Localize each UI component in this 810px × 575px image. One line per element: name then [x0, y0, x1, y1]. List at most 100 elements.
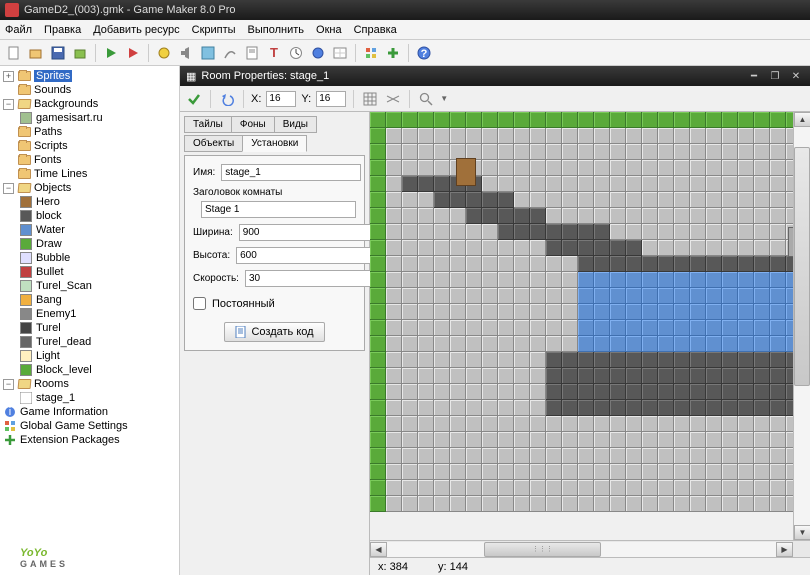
name-input[interactable] [221, 164, 361, 181]
main-toolbar: T ? [0, 40, 810, 66]
menu-edit[interactable]: Правка [44, 24, 81, 36]
tree-fonts[interactable]: Fonts [34, 154, 62, 166]
new-icon[interactable] [5, 44, 23, 62]
tree-obj[interactable]: Turel [36, 322, 61, 334]
tree-obj[interactable]: Hero [36, 196, 60, 208]
grid-toggle-icon[interactable] [361, 90, 379, 108]
tree-timelines[interactable]: Time Lines [34, 168, 87, 180]
app-icon [5, 3, 19, 17]
resource-tree[interactable]: + Sprites Sounds − Backgrounds gamesisart.… [0, 66, 180, 575]
tree-objects[interactable]: Objects [34, 182, 71, 194]
add-icon[interactable] [384, 44, 402, 62]
tree-obj[interactable]: Bang [36, 294, 62, 306]
tree-room-item[interactable]: stage_1 [36, 392, 75, 404]
room-window-titlebar[interactable]: ▦ Room Properties: stage_1 ━ ❐ ✕ [180, 66, 810, 86]
tree-obj[interactable]: Turel_dead [36, 336, 91, 348]
confirm-icon[interactable] [185, 90, 203, 108]
persistent-checkbox[interactable] [193, 297, 206, 310]
zoom-icon[interactable] [417, 90, 435, 108]
minimize-icon[interactable]: ━ [746, 69, 762, 83]
tab-settings[interactable]: Установки [242, 135, 307, 152]
timeline-icon[interactable] [287, 44, 305, 62]
height-input[interactable] [236, 247, 376, 264]
undo-icon[interactable] [218, 90, 236, 108]
snap-x-input[interactable] [266, 91, 296, 107]
save-icon[interactable] [49, 44, 67, 62]
tree-obj[interactable]: Enemy1 [36, 308, 76, 320]
tree-obj[interactable]: Draw [36, 238, 62, 250]
tree-backgrounds[interactable]: Backgrounds [34, 98, 98, 110]
collapse-icon[interactable]: − [3, 183, 14, 194]
width-input[interactable] [239, 224, 379, 241]
create-code-button[interactable]: Создать код [224, 322, 324, 342]
vertical-scrollbar[interactable]: ▲ ▼ [793, 112, 810, 540]
script-icon[interactable] [243, 44, 261, 62]
collapse-icon[interactable]: − [3, 99, 14, 110]
help-icon[interactable]: ? [415, 44, 433, 62]
persistent-label: Постоянный [212, 298, 275, 310]
tree-sprites[interactable]: Sprites [34, 70, 72, 82]
tree-obj[interactable]: Water [36, 224, 65, 236]
tree-obj[interactable]: Light [36, 350, 60, 362]
menu-windows[interactable]: Окна [316, 24, 342, 36]
tab-tiles[interactable]: Тайлы [184, 116, 232, 133]
menu-help[interactable]: Справка [354, 24, 397, 36]
menu-scripts[interactable]: Скрипты [192, 24, 236, 36]
tree-sounds[interactable]: Sounds [34, 84, 71, 96]
menu-file[interactable]: Файл [5, 24, 32, 36]
run-icon[interactable] [102, 44, 120, 62]
tree-rooms[interactable]: Rooms [34, 378, 69, 390]
open-icon[interactable] [27, 44, 45, 62]
window-icon: ▦ [186, 70, 196, 83]
room-canvas-scroll[interactable] [370, 112, 793, 540]
sprite-icon[interactable] [155, 44, 173, 62]
tab-views[interactable]: Виды [274, 116, 317, 133]
tree-obj[interactable]: Block_level [36, 364, 92, 376]
object-icon[interactable] [309, 44, 327, 62]
snap-y-input[interactable] [316, 91, 346, 107]
room-grid[interactable] [370, 112, 793, 512]
speed-input[interactable] [245, 270, 385, 287]
font-icon[interactable]: T [265, 44, 283, 62]
tree-scripts[interactable]: Scripts [34, 140, 68, 152]
menu-run[interactable]: Выполнить [248, 24, 304, 36]
workspace: ▦ Room Properties: stage_1 ━ ❐ ✕ X: Y: ▼ [180, 66, 810, 575]
tree-global-settings[interactable]: Global Game Settings [20, 420, 128, 432]
expand-icon[interactable]: + [3, 71, 14, 82]
app-titlebar: GameD2_(003).gmk - Game Maker 8.0 Pro [0, 0, 810, 20]
export-icon[interactable] [71, 44, 89, 62]
maximize-icon[interactable]: ❐ [767, 69, 783, 83]
background-icon[interactable] [199, 44, 217, 62]
room-icon[interactable] [331, 44, 349, 62]
caption-input[interactable] [201, 201, 356, 218]
hero-sprite[interactable] [456, 158, 476, 186]
tree-obj[interactable]: Bubble [36, 252, 70, 264]
path-icon[interactable] [221, 44, 239, 62]
speed-label: Скорость: [193, 273, 239, 284]
tree-paths[interactable]: Paths [34, 126, 62, 138]
width-label: Ширина: [193, 227, 233, 238]
settings-icon[interactable] [362, 44, 380, 62]
sound-icon[interactable] [177, 44, 195, 62]
tree-obj[interactable]: block [36, 210, 62, 222]
tree-ext-packages[interactable]: Extension Packages [20, 434, 120, 446]
tab-objects[interactable]: Объекты [184, 135, 243, 152]
close-icon[interactable]: ✕ [788, 69, 804, 83]
tab-backgrounds[interactable]: Фоны [231, 116, 275, 133]
debug-icon[interactable] [124, 44, 142, 62]
properties-panel: Тайлы Фоны Виды Объекты Установки Имя: З… [180, 112, 370, 575]
collapse-icon[interactable]: − [3, 379, 14, 390]
room-toolbar: X: Y: ▼ [180, 86, 810, 112]
zoom-dropdown-icon[interactable]: ▼ [440, 94, 448, 103]
horizontal-scrollbar[interactable]: ◀ ⋮⋮⋮ ▶ [370, 540, 810, 557]
tree-game-info[interactable]: Game Information [20, 406, 108, 418]
tree-obj[interactable]: Turel_Scan [36, 280, 92, 292]
enemy-sprite[interactable] [788, 227, 793, 257]
room-editor: ▲ ▼ ◀ ⋮⋮⋮ ▶ x: 384 y: 144 [370, 112, 810, 575]
menu-add-resource[interactable]: Добавить ресурс [93, 24, 179, 36]
iso-grid-icon[interactable] [384, 90, 402, 108]
tree-obj[interactable]: Bullet [36, 266, 64, 278]
caption-label: Заголовок комнаты [193, 187, 356, 198]
tree-bg-item[interactable]: gamesisart.ru [36, 112, 103, 124]
document-icon [235, 326, 247, 338]
